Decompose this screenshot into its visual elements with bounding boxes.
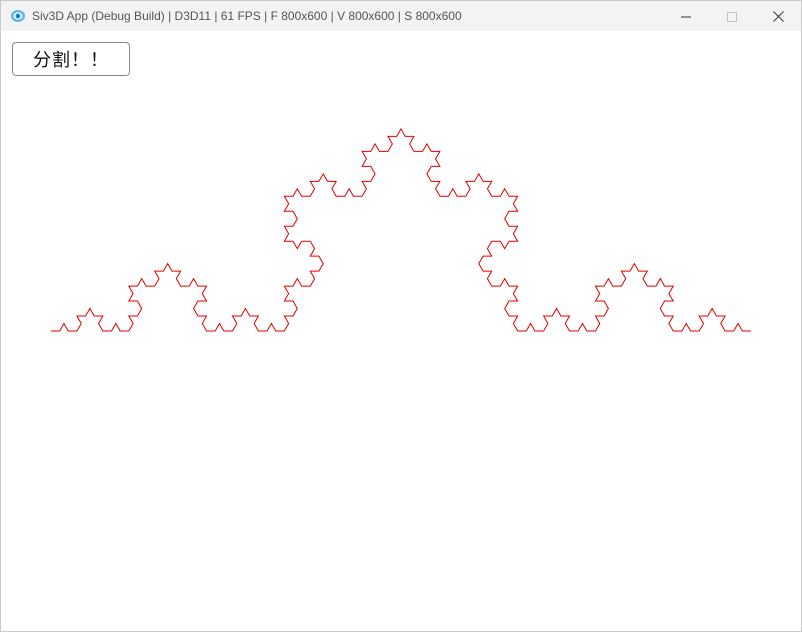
close-icon (772, 7, 784, 26)
minimize-icon (681, 7, 691, 26)
close-button[interactable] (755, 1, 801, 31)
maximize-icon (727, 7, 737, 26)
drawing-canvas: 分割！！ (1, 31, 801, 631)
app-window: Siv3D App (Debug Build) | D3D11 | 61 FPS… (0, 0, 802, 632)
koch-curve-drawing (51, 127, 751, 332)
window-title: Siv3D App (Debug Build) | D3D11 | 61 FPS… (32, 9, 462, 23)
maximize-button[interactable] (709, 1, 755, 31)
title-bar[interactable]: Siv3D App (Debug Build) | D3D11 | 61 FPS… (1, 1, 801, 31)
split-button[interactable]: 分割！！ (12, 42, 130, 76)
minimize-button[interactable] (663, 1, 709, 31)
koch-curve (51, 127, 751, 332)
siv3d-app-icon (10, 8, 26, 24)
